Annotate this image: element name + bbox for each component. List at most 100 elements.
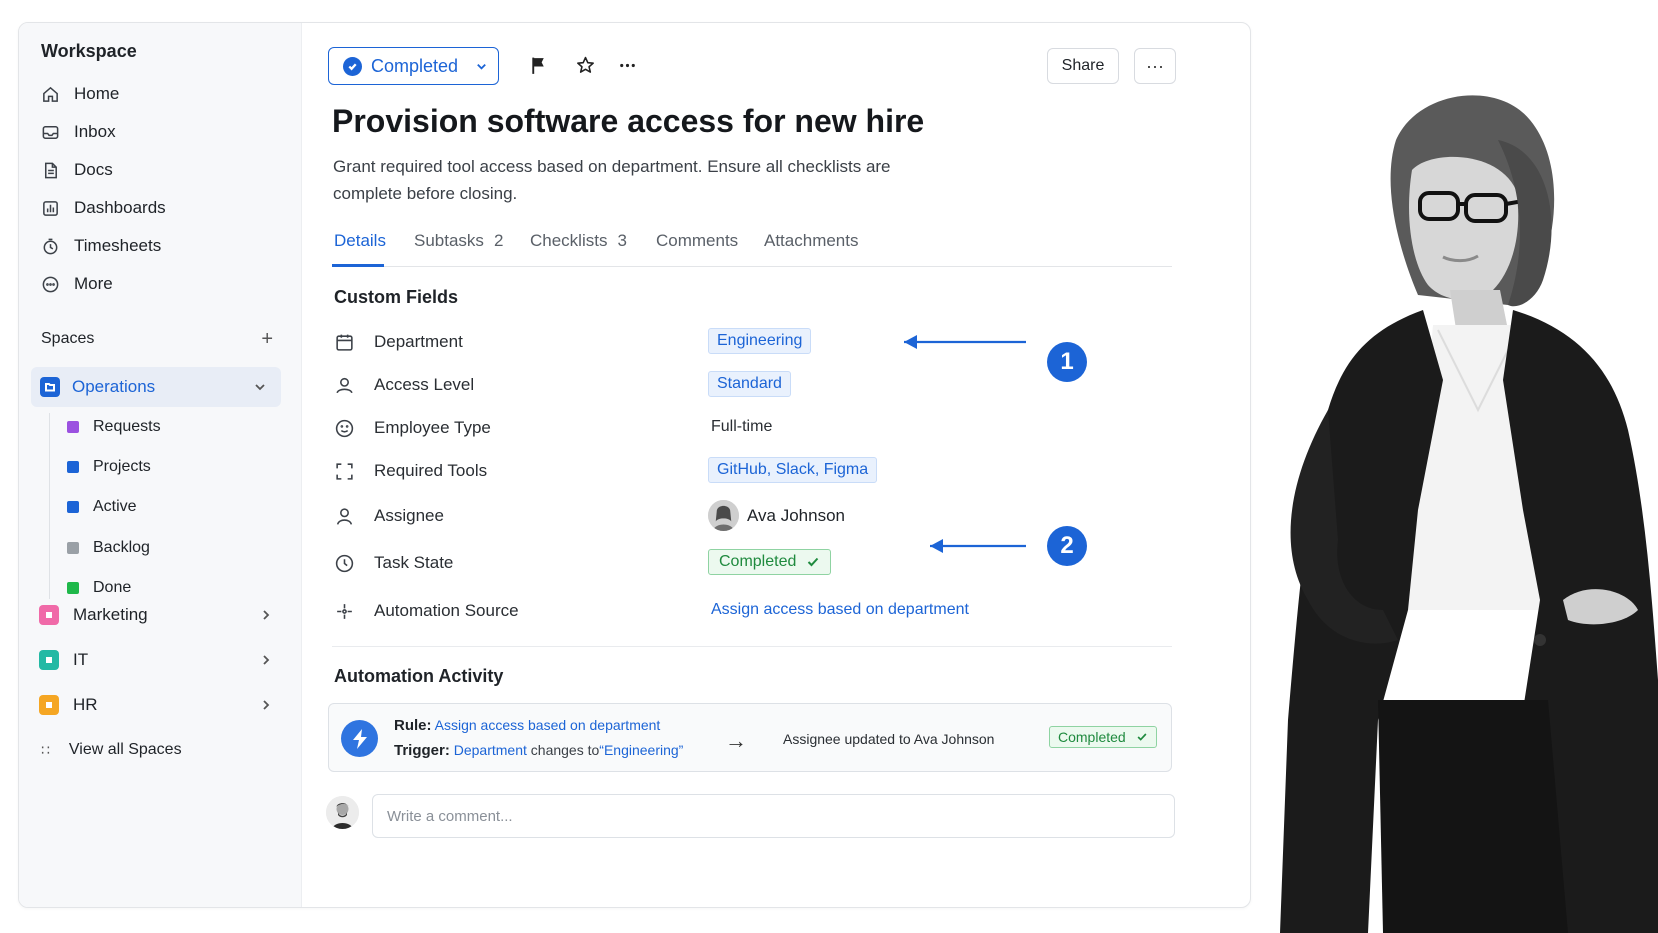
list-icon (39, 695, 59, 715)
sidebar-item-it[interactable]: IT (39, 643, 281, 677)
nav-item-timesheets[interactable]: Timesheets (41, 230, 281, 262)
list-color-square (67, 582, 79, 594)
status-dropdown[interactable]: Completed (328, 47, 499, 85)
calendar-icon (334, 332, 355, 353)
tab-attachments[interactable]: Attachments (764, 231, 859, 251)
nav-item-docs[interactable]: Docs (41, 154, 281, 186)
rule-link[interactable]: Assign access based on department (435, 717, 661, 733)
tab-comments[interactable]: Comments (656, 231, 738, 251)
rule-line: Rule: Assign access based on department (394, 717, 660, 734)
arrow-right-icon: → (725, 728, 747, 753)
nav-item-label: Docs (74, 160, 113, 179)
space-label: Operations (72, 377, 156, 396)
automation-icon (334, 601, 355, 622)
more-circle-icon (42, 276, 59, 292)
automation-source-link[interactable]: Assign access based on department (708, 597, 969, 619)
annotation-badge-1: 1 (1047, 342, 1087, 382)
field-row-employee-type: Employee Type Full-time (334, 414, 1174, 444)
space-label: IT (73, 650, 89, 669)
required-tools-value-chip[interactable]: GitHub, Slack, Figma (708, 457, 878, 483)
field-label: Employee Type (374, 418, 491, 437)
person-icon (334, 506, 355, 527)
sidebar-item-operations[interactable]: Operations (31, 367, 281, 407)
check-circle-icon (343, 56, 362, 76)
department-value-chip[interactable]: Engineering (708, 328, 812, 354)
ellipsis-icon[interactable] (615, 53, 639, 77)
list-item-active[interactable]: Active (67, 492, 137, 522)
tab-label: Subtasks (414, 231, 484, 250)
nav-item-home[interactable]: Home (41, 78, 281, 110)
list-label: Backlog (93, 539, 150, 556)
assignee-value[interactable]: Ava Johnson (708, 500, 845, 531)
list-label: Projects (93, 458, 151, 475)
tab-details[interactable]: Details (334, 231, 386, 251)
list-color-square (67, 542, 79, 554)
field-label: Access Level (374, 375, 475, 394)
comment-input[interactable] (372, 794, 1175, 838)
task-app-window: Workspace Home Inbox Docs Dashboards Tim… (18, 22, 1251, 908)
tab-subtasks[interactable]: Subtasks 2 (414, 231, 503, 251)
nav-item-more[interactable]: More (41, 268, 281, 300)
list-label: Requests (93, 418, 161, 435)
trigger-value: “Engineering” (599, 742, 684, 758)
view-all-spaces-link[interactable]: ∷ View all Spaces (41, 741, 182, 759)
sidebar: Workspace Home Inbox Docs Dashboards Tim… (19, 23, 302, 907)
field-label: Automation Source (374, 601, 519, 620)
active-tab-indicator (332, 264, 384, 267)
clock-icon (334, 553, 355, 574)
frame-icon (334, 461, 355, 482)
field-label: Assignee (374, 506, 444, 525)
current-user-avatar (326, 796, 359, 829)
trigger-line: Trigger: Department changes to“Engineeri… (394, 742, 683, 759)
chevron-down-icon[interactable] (253, 380, 267, 394)
more-options-button[interactable]: ··· (1134, 48, 1176, 84)
nav-item-dashboards[interactable]: Dashboards (41, 192, 281, 224)
list-item-projects[interactable]: Projects (67, 452, 151, 482)
result-status-label: Completed (1058, 729, 1126, 745)
add-space-button[interactable]: + (261, 329, 273, 349)
flag-icon[interactable] (526, 53, 550, 77)
list-item-backlog[interactable]: Backlog (67, 533, 150, 563)
task-description: Grant required tool access based on depa… (333, 157, 891, 203)
tab-checklists[interactable]: Checklists 3 (530, 231, 627, 251)
field-label: Department (374, 332, 463, 351)
tab-count: 2 (493, 231, 504, 250)
list-color-square (67, 501, 79, 513)
employee-type-value[interactable]: Full-time (708, 414, 772, 436)
list-label: Done (93, 579, 132, 596)
star-icon[interactable] (573, 53, 597, 77)
status-label: Completed (371, 55, 459, 76)
list-item-requests[interactable]: Requests (67, 412, 161, 442)
nav-item-inbox[interactable]: Inbox (41, 116, 281, 148)
field-row-assignee: Assignee Ava Johnson (334, 500, 1174, 531)
annotation-badge-2: 2 (1047, 526, 1087, 566)
chevron-right-icon (263, 610, 270, 620)
field-label: Required Tools (374, 461, 488, 480)
home-icon (43, 86, 58, 102)
lightning-icon (341, 720, 378, 757)
tree-line (49, 413, 50, 599)
nav-item-label: More (74, 274, 113, 293)
assignee-name: Ava Johnson (747, 505, 845, 525)
trigger-label: Trigger: (394, 742, 450, 759)
task-state-chip[interactable]: Completed (708, 549, 832, 575)
spaces-header: Spaces + (41, 329, 273, 349)
sidebar-item-hr[interactable]: HR (39, 688, 281, 722)
grid-dots-icon: ∷ (41, 741, 51, 758)
avatar (708, 500, 739, 531)
field-row-required-tools: Required Tools GitHub, Slack, Figma (334, 457, 1174, 487)
check-icon (1137, 733, 1147, 741)
custom-fields-title: Custom Fields (334, 287, 459, 307)
trigger-field-link[interactable]: Department (454, 742, 527, 758)
share-button[interactable]: Share (1047, 48, 1119, 84)
tab-label: Comments (656, 231, 739, 250)
nav-item-label: Timesheets (74, 236, 162, 255)
sidebar-item-marketing[interactable]: Marketing (39, 598, 281, 632)
field-label: Task State (374, 553, 454, 572)
tab-bar: Details Subtasks 2 Checklists 3 Comments A… (332, 227, 1172, 267)
task-title: Provision software access for new hire (332, 103, 925, 139)
task-state-label: Completed (719, 553, 797, 570)
woman-photo-image (1280, 95, 1658, 933)
result-status-chip: Completed (1049, 726, 1157, 748)
access-level-value-chip[interactable]: Standard (708, 371, 791, 397)
